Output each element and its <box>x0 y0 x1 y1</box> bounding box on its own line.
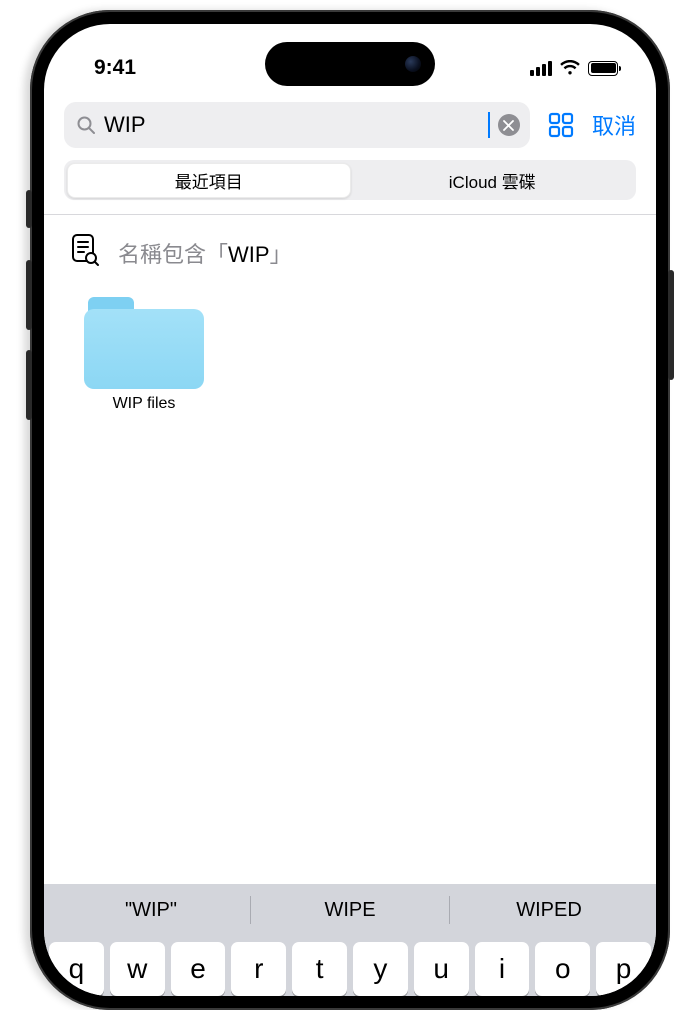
scope-segmented-control[interactable]: 最近項目 iCloud 雲碟 <box>64 160 636 200</box>
keyboard: qwertyuiop <box>44 936 656 996</box>
side-button <box>26 350 32 420</box>
tab-icloud[interactable]: iCloud 雲碟 <box>351 163 634 198</box>
search-input[interactable]: WIP <box>104 112 486 138</box>
key-i[interactable]: i <box>475 942 530 996</box>
document-search-icon <box>70 233 100 273</box>
front-camera <box>405 56 421 72</box>
cellular-signal-icon <box>530 61 552 76</box>
suggestion-item[interactable]: WIPE <box>251 899 449 922</box>
keyboard-suggestion-bar: "WIP" WIPE WIPED <box>44 884 656 936</box>
key-q[interactable]: q <box>49 942 104 996</box>
suggestion-item[interactable]: "WIP" <box>52 899 250 922</box>
text-cursor <box>488 112 490 138</box>
battery-icon <box>588 61 618 76</box>
suggestion-item[interactable]: WIPED <box>450 899 648 922</box>
key-e[interactable]: e <box>171 942 226 996</box>
wifi-icon <box>559 60 581 76</box>
dynamic-island <box>265 42 435 86</box>
folder-item[interactable]: WIP files <box>74 297 214 413</box>
folder-icon <box>84 297 204 389</box>
folder-label: WIP files <box>113 395 176 413</box>
clear-search-button[interactable] <box>498 114 520 136</box>
view-mode-button[interactable] <box>544 110 578 140</box>
key-o[interactable]: o <box>535 942 590 996</box>
search-icon <box>76 115 96 135</box>
results-grid: WIP files <box>44 297 656 884</box>
key-t[interactable]: t <box>292 942 347 996</box>
filter-hint-row[interactable]: 名稱包含「WIP」 <box>44 215 656 297</box>
status-time: 9:41 <box>94 56 136 80</box>
cancel-button[interactable]: 取消 <box>592 109 636 141</box>
key-w[interactable]: w <box>110 942 165 996</box>
side-button <box>26 260 32 330</box>
filter-hint-text: 名稱包含「WIP」 <box>118 237 292 269</box>
key-y[interactable]: y <box>353 942 408 996</box>
side-button <box>26 190 32 228</box>
phone-frame: 9:41 WIP <box>30 10 670 1010</box>
key-p[interactable]: p <box>596 942 651 996</box>
key-u[interactable]: u <box>414 942 469 996</box>
tab-recent[interactable]: 最近項目 <box>67 163 352 198</box>
search-field[interactable]: WIP <box>64 102 530 148</box>
key-r[interactable]: r <box>231 942 286 996</box>
side-button <box>668 270 674 380</box>
screen: 9:41 WIP <box>44 24 656 996</box>
